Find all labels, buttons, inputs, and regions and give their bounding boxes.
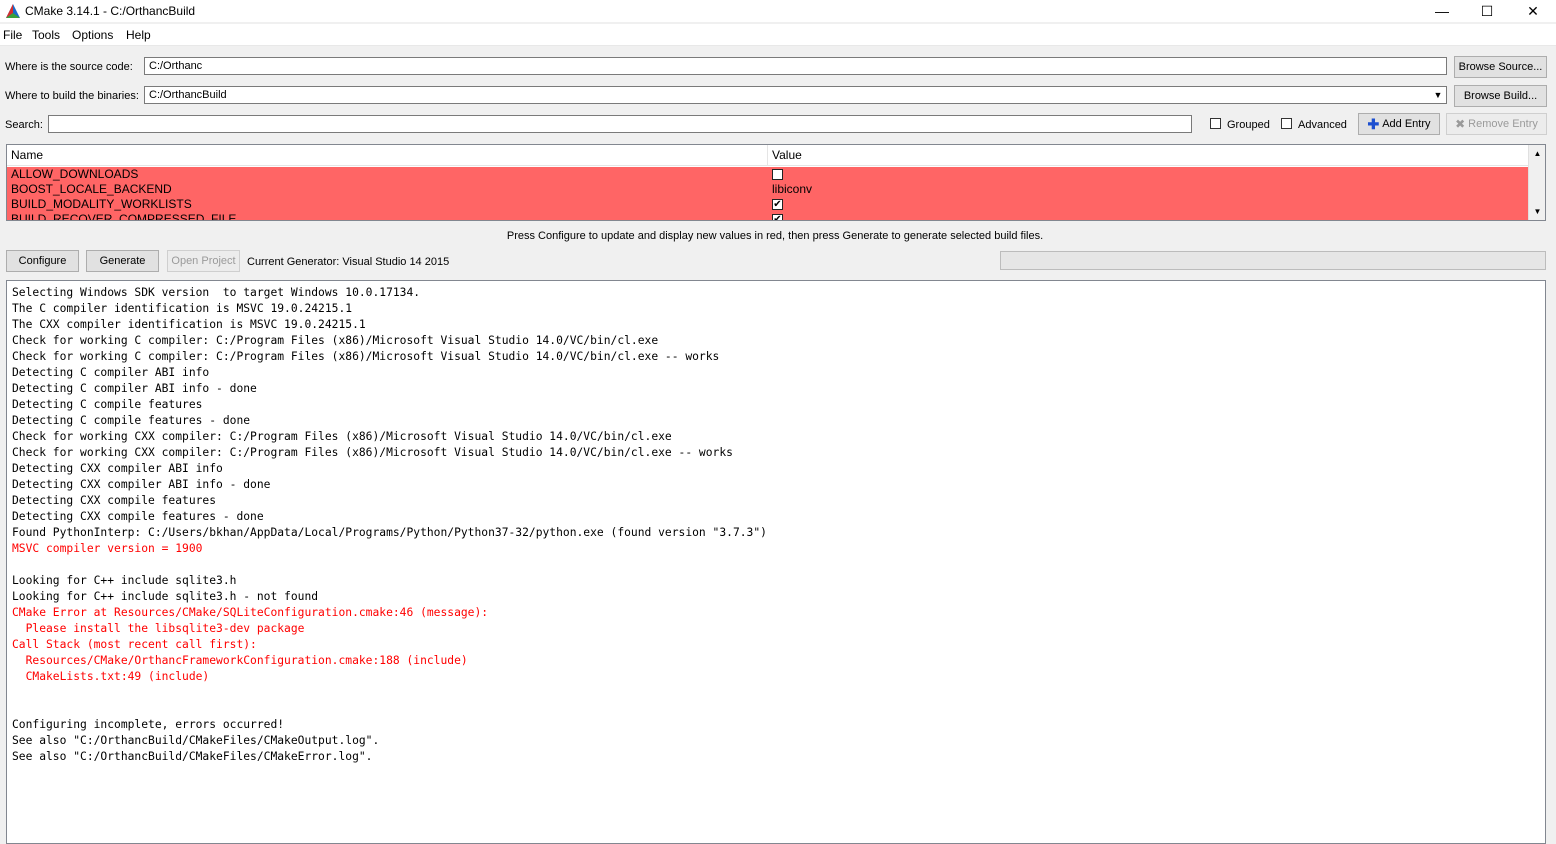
progress-bar xyxy=(1000,251,1546,270)
row-name: BUILD_RECOVER_COMPRESSED_FILE xyxy=(11,212,237,221)
log-line: Check for working C compiler: C:/Program… xyxy=(12,350,720,363)
menu-options[interactable]: Options xyxy=(72,28,113,42)
title-bar xyxy=(0,0,1556,22)
build-path-value: C:/OrthancBuild xyxy=(149,89,227,101)
row-value-checkbox-checked[interactable]: ✔ xyxy=(772,199,783,210)
log-line: Looking for C++ include sqlite3.h - not … xyxy=(12,590,319,603)
maximize-button[interactable]: ☐ xyxy=(1464,0,1510,22)
value-column-header[interactable]: Value xyxy=(768,145,1528,166)
log-error-line: Please install the libsqlite3-dev packag… xyxy=(12,622,305,635)
row-value-checkbox[interactable] xyxy=(772,169,783,180)
log-line: Detecting CXX compiler ABI info xyxy=(12,462,223,475)
build-path-combobox[interactable]: C:/OrthancBuild xyxy=(144,86,1447,104)
scroll-down-icon[interactable]: ▼ xyxy=(1529,203,1545,220)
log-line: Detecting C compiler ABI info xyxy=(12,366,210,379)
menu-file[interactable]: File xyxy=(3,28,22,42)
log-line: Looking for C++ include sqlite3.h xyxy=(12,574,237,587)
source-path-input[interactable]: C:/Orthanc xyxy=(144,57,1447,75)
scroll-up-icon[interactable]: ▲ xyxy=(1529,145,1545,162)
menu-bar xyxy=(0,24,1556,46)
log-line: Configuring incomplete, errors occurred! xyxy=(12,718,285,731)
search-label: Search: xyxy=(5,119,43,131)
cmake-logo-icon xyxy=(6,4,20,18)
close-icon: ✕ xyxy=(1527,2,1539,19)
source-label: Where is the source code: xyxy=(5,61,133,73)
add-entry-label: Add Entry xyxy=(1382,118,1431,130)
log-error-line: Resources/CMake/OrthancFrameworkConfigur… xyxy=(12,654,468,667)
generator-label: Current Generator: Visual Studio 14 2015 xyxy=(247,256,450,268)
output-log[interactable]: Selecting Windows SDK version to target … xyxy=(6,280,1546,844)
dropdown-arrow-icon[interactable]: ▼ xyxy=(1430,87,1446,103)
remove-entry-button[interactable]: ✖ Remove Entry xyxy=(1446,113,1547,135)
browse-build-button[interactable]: Browse Build... xyxy=(1454,85,1547,107)
log-line: Detecting CXX compile features - done xyxy=(12,510,264,523)
grouped-label: Grouped xyxy=(1227,119,1270,131)
log-line: Found PythonInterp: C:/Users/bkhan/AppDa… xyxy=(12,526,767,539)
log-line: Detecting C compile features xyxy=(12,398,203,411)
cache-table[interactable]: Name Value ALLOW_DOWNLOADS BOOST_LOCALE_… xyxy=(6,144,1546,221)
log-line: The C compiler identification is MSVC 19… xyxy=(12,302,353,315)
x-icon: ✖ xyxy=(1455,117,1466,131)
name-column-header[interactable]: Name xyxy=(7,145,768,166)
menu-help[interactable]: Help xyxy=(126,28,151,42)
build-label: Where to build the binaries: xyxy=(5,90,139,102)
advanced-checkbox[interactable] xyxy=(1281,118,1292,129)
row-name: BOOST_LOCALE_BACKEND xyxy=(11,182,172,196)
row-name: BUILD_MODALITY_WORKLISTS xyxy=(11,197,192,211)
row-name: ALLOW_DOWNLOADS xyxy=(11,167,139,181)
advanced-label: Advanced xyxy=(1298,119,1347,131)
close-button[interactable]: ✕ xyxy=(1510,0,1556,22)
generate-button[interactable]: Generate xyxy=(86,250,159,272)
log-line: Detecting CXX compiler ABI info - done xyxy=(12,478,271,491)
open-project-button[interactable]: Open Project xyxy=(167,250,240,272)
row-value: libiconv xyxy=(772,182,813,196)
table-row[interactable]: BOOST_LOCALE_BACKEND libiconv xyxy=(7,182,1528,197)
minimize-icon: — xyxy=(1435,3,1449,19)
window-title: CMake 3.14.1 - C:/OrthancBuild xyxy=(25,4,196,18)
log-line: Check for working CXX compiler: C:/Progr… xyxy=(12,446,733,459)
search-input[interactable] xyxy=(48,115,1192,133)
table-scrollbar[interactable]: ▲ ▼ xyxy=(1528,145,1545,220)
log-line: Check for working CXX compiler: C:/Progr… xyxy=(12,430,672,443)
log-line: The CXX compiler identification is MSVC … xyxy=(12,318,366,331)
browse-source-button[interactable]: Browse Source... xyxy=(1454,56,1547,78)
log-line: Check for working C compiler: C:/Program… xyxy=(12,334,659,347)
log-error-line: MSVC compiler version = 1900 xyxy=(12,542,203,555)
log-error-line: Call Stack (most recent call first): xyxy=(12,638,257,651)
maximize-icon: ☐ xyxy=(1480,2,1494,19)
hint-text: Press Configure to update and display ne… xyxy=(506,230,1044,242)
table-row[interactable]: BUILD_MODALITY_WORKLISTS ✔ xyxy=(7,197,1528,212)
add-entry-button[interactable]: ✚ Add Entry xyxy=(1358,113,1440,135)
table-row[interactable]: BUILD_RECOVER_COMPRESSED_FILE ✔ xyxy=(7,212,1528,221)
menu-tools[interactable]: Tools xyxy=(32,28,60,42)
remove-entry-label: Remove Entry xyxy=(1468,118,1538,130)
table-row[interactable]: ALLOW_DOWNLOADS xyxy=(7,167,1528,182)
log-error-line: CMake Error at Resources/CMake/SQLiteCon… xyxy=(12,606,489,619)
row-value-checkbox-checked[interactable]: ✔ xyxy=(772,214,783,220)
log-line: Detecting C compiler ABI info - done xyxy=(12,382,257,395)
plus-icon: ✚ xyxy=(1367,115,1380,132)
log-line: Selecting Windows SDK version to target … xyxy=(12,286,421,299)
log-line: See also "C:/OrthancBuild/CMakeFiles/CMa… xyxy=(12,750,373,763)
log-error-line: CMakeLists.txt:49 (include) xyxy=(12,670,210,683)
grouped-checkbox[interactable] xyxy=(1210,118,1221,129)
minimize-button[interactable]: — xyxy=(1419,0,1465,22)
configure-button[interactable]: Configure xyxy=(6,250,79,272)
log-line: See also "C:/OrthancBuild/CMakeFiles/CMa… xyxy=(12,734,380,747)
log-line: Detecting CXX compile features xyxy=(12,494,217,507)
log-line: Detecting C compile features - done xyxy=(12,414,251,427)
